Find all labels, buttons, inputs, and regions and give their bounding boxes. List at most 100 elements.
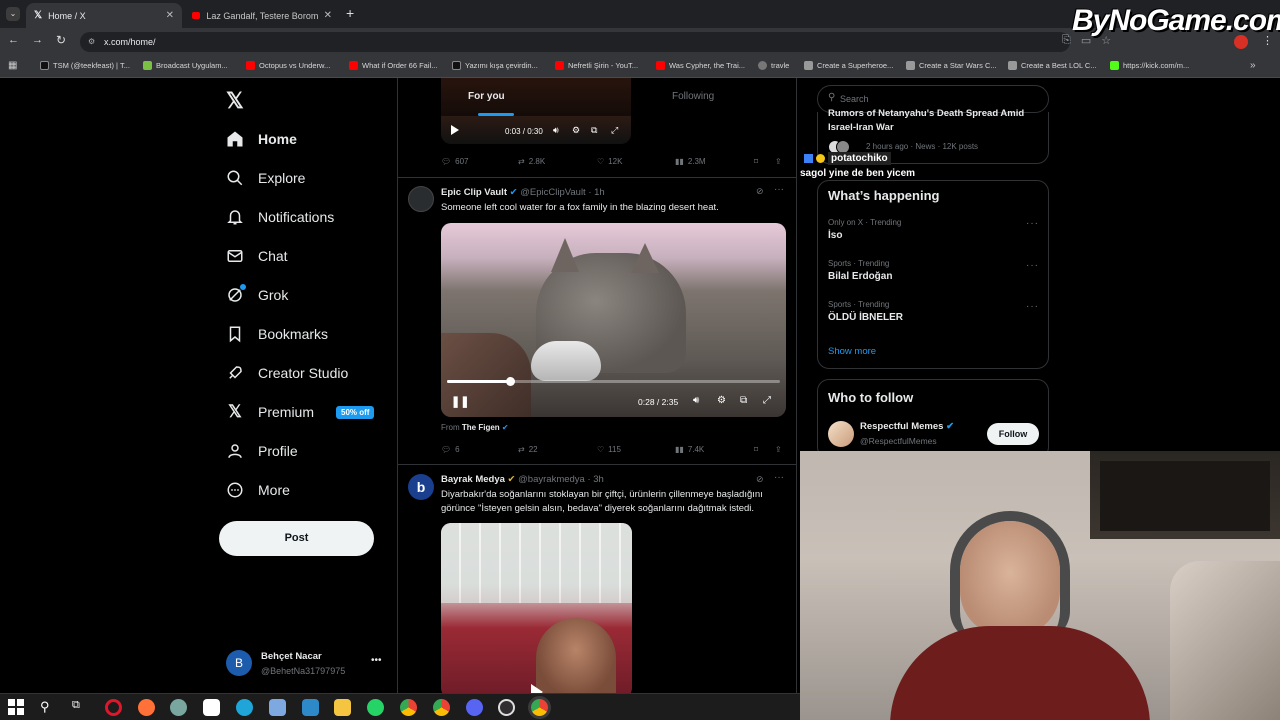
discord-icon[interactable] xyxy=(466,699,483,716)
repost-button[interactable]: ⇄ 2.8K xyxy=(518,157,545,166)
chrome-active-icon[interactable] xyxy=(531,699,548,716)
fullscreen-icon[interactable]: ⤢ xyxy=(763,395,771,406)
settings-icon[interactable]: ⚙ xyxy=(717,395,726,406)
bookmark-post-button[interactable]: ⌑ xyxy=(754,445,758,454)
opera-icon[interactable] xyxy=(105,699,122,716)
new-tab-icon[interactable]: + xyxy=(346,5,354,21)
volume-icon[interactable]: 🔊︎ xyxy=(693,395,699,406)
tab-home-x[interactable]: 𝕏 Home / X ✕ xyxy=(26,3,182,28)
folder-icon[interactable] xyxy=(334,699,351,716)
app-icon[interactable] xyxy=(302,699,319,716)
app-icon[interactable] xyxy=(269,699,286,716)
site-info-icon[interactable]: ⚙ xyxy=(88,37,95,46)
post-author[interactable]: Epic Clip Vault xyxy=(441,187,507,198)
play-icon[interactable] xyxy=(451,125,459,135)
video-progress-track[interactable] xyxy=(447,377,780,386)
follow-button[interactable]: Follow xyxy=(987,423,1039,445)
post-handle[interactable]: @bayrakmedya xyxy=(518,474,585,485)
search-icon[interactable]: ⚲ xyxy=(40,699,57,716)
bookmark-item[interactable]: Create a Star Wars C... xyxy=(906,61,997,70)
nav-notifications[interactable]: Notifications xyxy=(226,208,334,226)
reply-button[interactable]: 💬︎ 6 xyxy=(441,445,460,454)
app-icon[interactable] xyxy=(170,699,187,716)
post-button[interactable]: Post xyxy=(219,521,374,556)
like-button[interactable]: ♡ 115 xyxy=(597,445,621,454)
volume-icon[interactable]: 🔊︎ xyxy=(553,125,559,136)
suggestion-avatar[interactable] xyxy=(828,421,854,447)
whatsapp-icon[interactable] xyxy=(367,699,384,716)
tab-following[interactable]: Following xyxy=(672,91,714,102)
reply-button[interactable]: 💬︎ 607 xyxy=(441,157,469,166)
post-more-icon[interactable]: ··· xyxy=(774,184,784,195)
post-avatar[interactable] xyxy=(408,186,434,212)
repost-button[interactable]: ⇄ 22 xyxy=(518,445,538,454)
nav-home[interactable]: Home xyxy=(226,130,297,148)
bookmark-item[interactable]: What if Order 66 Fail... xyxy=(349,61,437,70)
more-bookmarks-icon[interactable]: » xyxy=(1250,60,1256,71)
trend-item[interactable]: Sports · Trending ÖLDÜ İBNELER xyxy=(828,300,903,323)
trend-item[interactable]: Sports · Trending Bilal Erdoğan xyxy=(828,259,892,282)
nav-bookmarks[interactable]: Bookmarks xyxy=(226,325,328,343)
account-switcher[interactable]: B Behçet Nacar @BehetNa31797975 ••• xyxy=(226,648,386,680)
tab-for-you[interactable]: For you xyxy=(468,91,505,102)
edge-icon[interactable] xyxy=(236,699,253,716)
close-tab-icon[interactable]: ✕ xyxy=(324,10,332,21)
news-title-line[interactable]: Israel-Iran War xyxy=(828,122,894,133)
play-icon[interactable] xyxy=(531,684,543,693)
share-button[interactable]: ⇪ xyxy=(775,445,782,454)
store-icon[interactable] xyxy=(203,699,220,716)
obs-icon[interactable] xyxy=(498,699,515,716)
post-handle[interactable]: @EpicClipVault xyxy=(520,187,585,198)
trend-more-icon[interactable]: ··· xyxy=(1026,260,1039,271)
bookmark-post-button[interactable]: ⌑ xyxy=(754,157,758,166)
nav-explore[interactable]: Explore xyxy=(226,169,305,187)
nav-premium[interactable]: 𝕏 Premium 50% off xyxy=(226,402,375,421)
post-video[interactable]: ❚❚ 0:28 / 2:35 🔊︎ ⚙ ⧉ ⤢ xyxy=(441,223,786,417)
bookmark-item[interactable]: Was Cypher, the Trai... xyxy=(656,61,745,70)
tab-list-dropdown-icon[interactable]: ⌄ xyxy=(6,7,20,21)
bookmark-item[interactable]: Create a Superheroe... xyxy=(804,61,893,70)
trend-more-icon[interactable]: ··· xyxy=(1026,218,1039,229)
views-button[interactable]: ▮▮ 2.3M xyxy=(675,157,706,166)
bookmark-item[interactable]: Nefretli Şirin - YouT... xyxy=(555,61,638,70)
share-button[interactable]: ⇪ xyxy=(775,157,782,166)
tab-youtube-video[interactable]: Laz Gandalf, Testere Boromir'e K ✕ xyxy=(184,3,340,28)
nav-profile[interactable]: Profile xyxy=(226,442,298,460)
post-more-icon[interactable]: ··· xyxy=(774,472,784,483)
views-button[interactable]: ▮▮ 7.4K xyxy=(675,445,704,454)
bookmark-item[interactable]: TSM (@teekfeast) | T... xyxy=(40,61,130,70)
suggestion-name[interactable]: Respectful Memes ✔ xyxy=(860,421,954,432)
pip-icon[interactable]: ⧉ xyxy=(740,395,747,406)
like-button[interactable]: ♡ 12K xyxy=(597,157,622,166)
nav-chat[interactable]: Chat xyxy=(226,247,288,265)
back-icon[interactable]: ← xyxy=(8,34,19,46)
pause-icon[interactable]: ❚❚ xyxy=(451,395,469,408)
nav-creator-studio[interactable]: Creator Studio xyxy=(226,364,348,382)
news-title-line[interactable]: Rumors of Netanyahu's Death Spread Amid xyxy=(828,108,1024,119)
nav-grok[interactable]: Grok xyxy=(226,284,288,304)
chrome-icon[interactable] xyxy=(400,699,417,716)
bookmark-item[interactable]: Yazımı kışa çevirdin... xyxy=(452,61,538,70)
bookmark-item[interactable]: Create a Best LOL C... xyxy=(1008,61,1097,70)
x-logo-icon[interactable]: 𝕏 xyxy=(226,88,244,114)
reload-icon[interactable]: ↻ xyxy=(56,33,66,47)
post-video[interactable] xyxy=(441,523,632,693)
close-tab-icon[interactable]: ✕ xyxy=(166,10,174,21)
nav-more[interactable]: More xyxy=(226,481,290,499)
forward-icon[interactable]: → xyxy=(32,34,43,46)
bookmark-item[interactable]: Octopus vs Underw... xyxy=(246,61,330,70)
start-icon[interactable] xyxy=(8,699,25,716)
grok-analyze-icon[interactable]: ⊘ xyxy=(756,474,764,485)
grok-analyze-icon[interactable]: ⊘ xyxy=(756,186,764,197)
bookmark-item[interactable]: https://kick.com/m... xyxy=(1110,61,1189,70)
bookmark-item[interactable]: travle xyxy=(758,61,789,70)
video-source-link[interactable]: The Figen xyxy=(462,423,500,432)
fullscreen-icon[interactable]: ⤢ xyxy=(611,125,618,136)
trend-more-icon[interactable]: ··· xyxy=(1026,301,1039,312)
pip-icon[interactable]: ⧉ xyxy=(591,125,597,136)
show-more-link[interactable]: Show more xyxy=(828,346,876,357)
address-bar[interactable]: ⚙ x.com/home/ xyxy=(80,32,1070,52)
translate-icon[interactable]: ⎘ xyxy=(1062,34,1071,50)
settings-icon[interactable]: ⚙ xyxy=(572,125,580,136)
account-more-icon[interactable]: ••• xyxy=(371,655,382,666)
